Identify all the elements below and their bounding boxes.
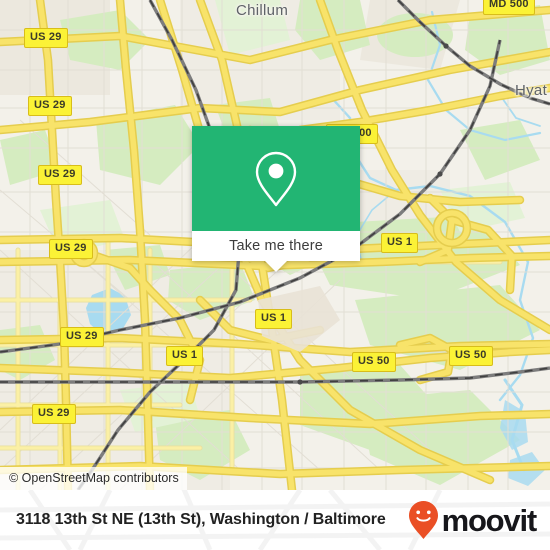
moovit-pin-icon <box>408 501 438 539</box>
moovit-wordmark: moovit <box>441 502 538 538</box>
map-canvas[interactable]: Chillum Hyat US 29 US 29 US 29 US 29 US … <box>0 0 550 490</box>
moovit-logo: moovit <box>408 500 538 540</box>
highway-shield-us1: US 1 <box>166 346 204 366</box>
highway-shield-us29: US 29 <box>38 165 82 185</box>
highway-shield-md500: MD 500 <box>483 0 535 15</box>
map-screen: Chillum Hyat US 29 US 29 US 29 US 29 US … <box>0 0 550 550</box>
highway-shield-us29: US 29 <box>49 239 93 259</box>
location-popup-card[interactable]: Take me there <box>192 126 360 272</box>
address-label: 3118 13th St NE (13th St), Washington / … <box>16 511 386 528</box>
popup-header <box>192 126 360 231</box>
location-pin-icon <box>255 151 297 206</box>
highway-shield-us1: US 1 <box>381 233 419 253</box>
highway-shield-us29: US 29 <box>24 28 68 48</box>
take-me-there-label: Take me there <box>229 238 323 254</box>
highway-shield-us50: US 50 <box>352 352 396 372</box>
footer-bar: 3118 13th St NE (13th St), Washington / … <box>0 490 550 550</box>
highway-shield-us50: US 50 <box>449 346 493 366</box>
highway-shield-us29: US 29 <box>60 327 104 347</box>
map-attribution[interactable]: © OpenStreetMap contributors <box>0 466 187 490</box>
popup-pointer-arrow <box>265 261 287 272</box>
highway-shield-us29: US 29 <box>28 96 72 116</box>
highway-shield-us29: US 29 <box>32 404 76 424</box>
popup-footer[interactable]: Take me there <box>192 231 360 261</box>
highway-shield-us1: US 1 <box>255 309 293 329</box>
